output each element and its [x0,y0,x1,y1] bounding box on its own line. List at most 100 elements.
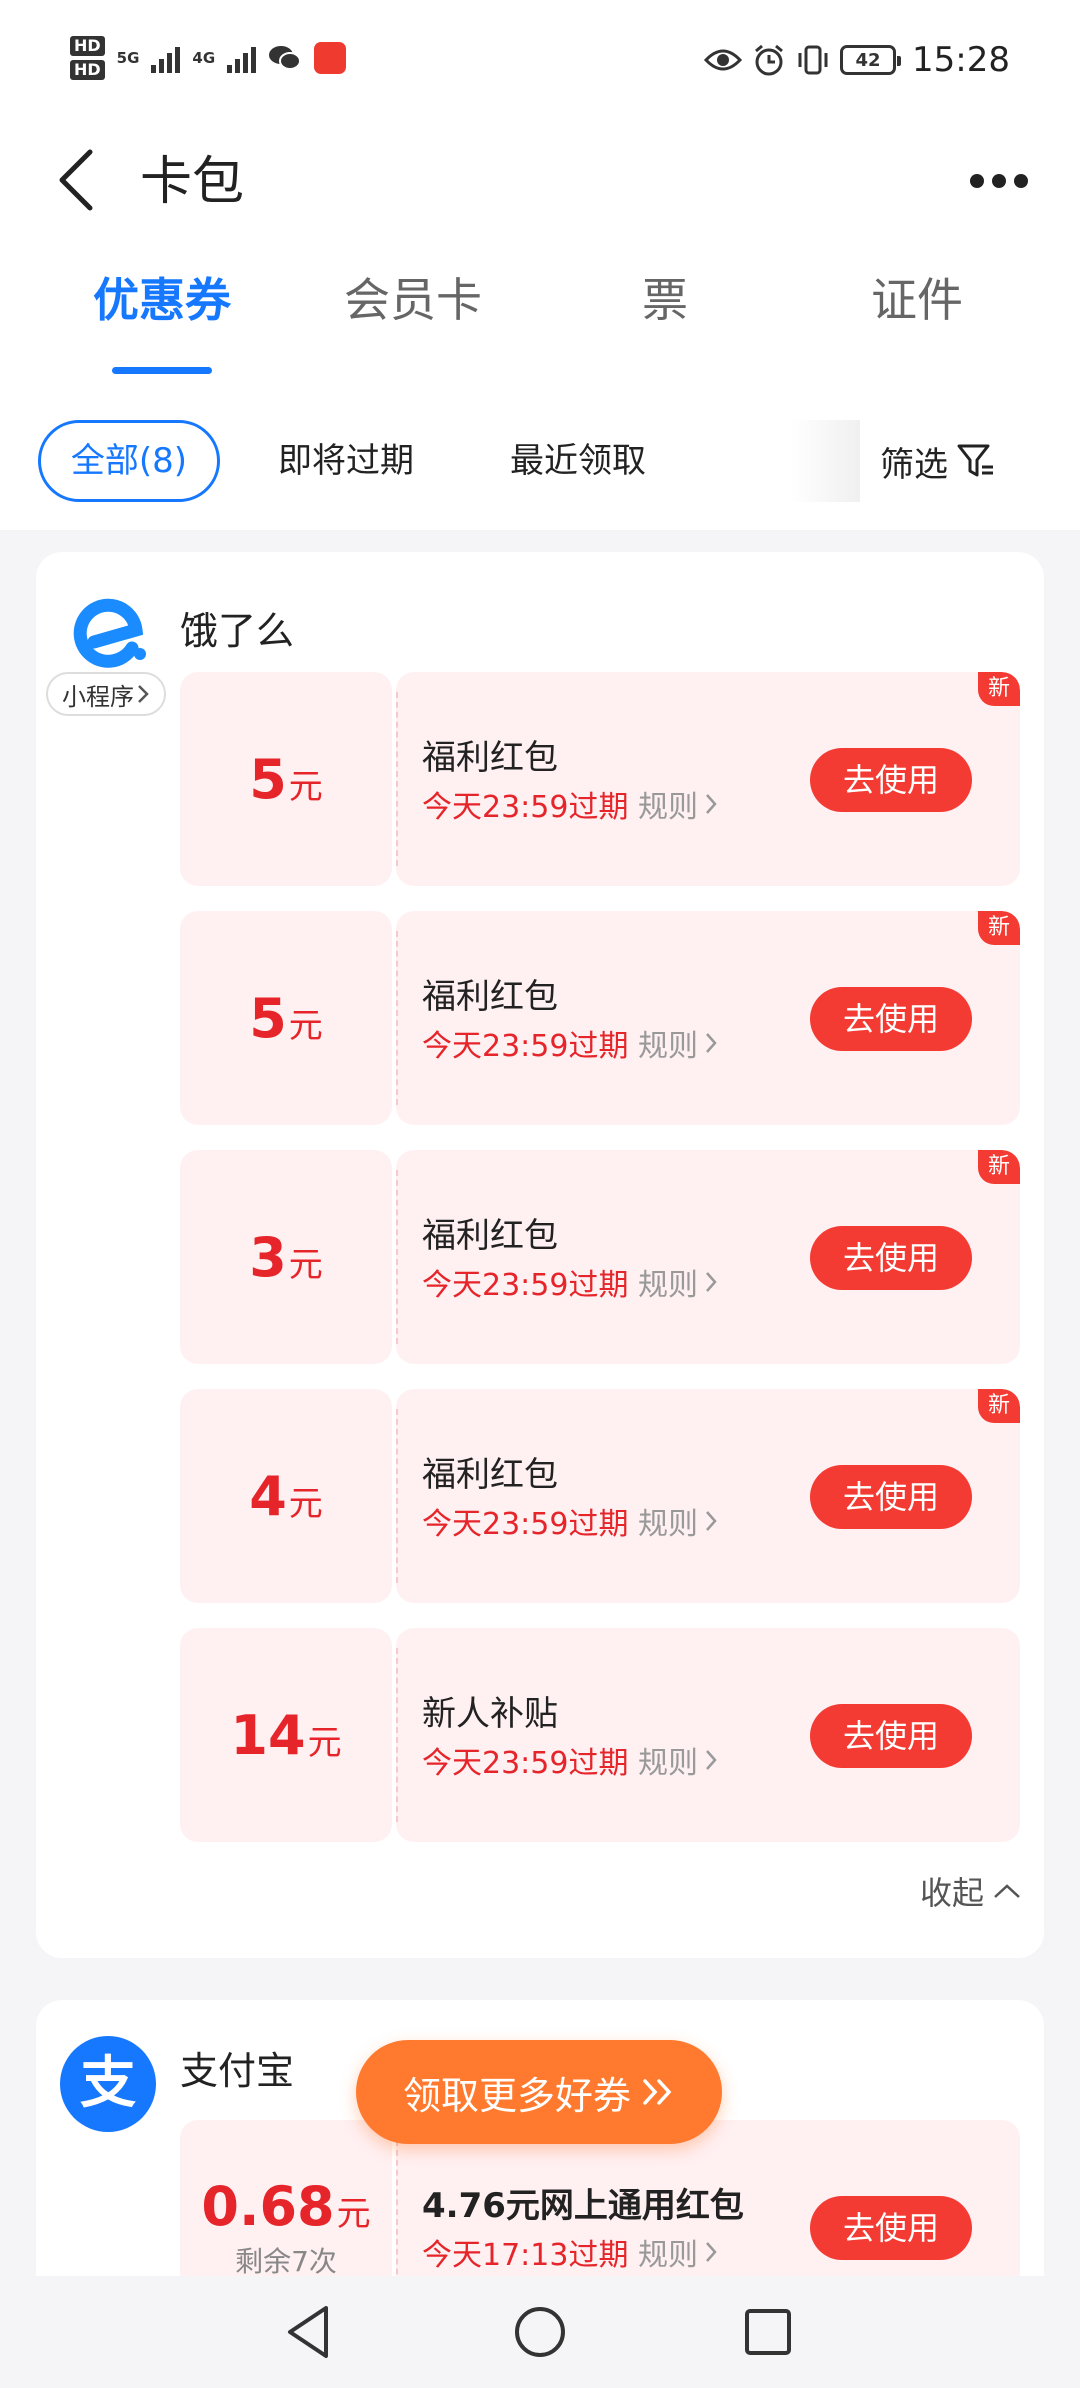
tab-documents[interactable]: 证件 [792,265,1042,335]
filter-chip-all[interactable]: 全部(8) [38,420,220,502]
eleme-coupon-card: 小程序 饿了么 5 元 福利红包 今天23:59过期 规则 去使用 新 5 元 … [36,552,1044,1958]
coupon-amount-area: 5 元 [180,672,392,886]
tab-tickets[interactable]: 票 [540,265,790,335]
battery-icon: 42 [840,45,902,75]
nav-recents-button[interactable] [736,2300,800,2364]
mini-program-label: 小程序 [62,682,134,711]
clock: 15:28 [912,40,1010,80]
amount-number: 5 [249,747,287,811]
coupon-item: 4 元 福利红包 今天23:59过期 规则 去使用 新 [180,1389,1020,1603]
get-more-coupons-button[interactable]: 领取更多好券 [356,2040,722,2144]
rules-label: 规则 [638,1746,698,1781]
nav-home-button[interactable] [508,2300,572,2364]
chevron-right-icon [706,794,717,814]
alarm-icon [755,44,783,76]
mini-program-tag[interactable]: 小程序 [46,672,166,716]
rules-link[interactable]: 规则 [638,1260,718,1304]
chevron-right-icon [706,1033,717,1053]
coupon-name: 福利红包 [422,1455,558,1495]
coupon-expiry: 今天23:59过期 [422,1268,629,1303]
brand-name-alipay: 支付宝 [180,2049,295,2093]
amount-unit: 元 [288,1244,323,1285]
home-circle-icon [515,2307,565,2357]
scroll-fade [790,420,860,502]
app-notification-icon [314,42,347,74]
coupon-amount: 5 元 [249,748,323,811]
amount-unit: 元 [288,766,323,807]
collapse-button[interactable]: 收起 [920,1868,1022,1914]
more-button[interactable] [964,146,1034,216]
filter-label: 筛选 [880,444,948,485]
network-5g-label: 5G [116,49,140,67]
tab-coupons[interactable]: 优惠券 [37,265,287,335]
promo-label: 领取更多好券 [402,2073,631,2118]
use-coupon-button[interactable]: 去使用 [810,1704,972,1768]
use-coupon-button[interactable]: 去使用 [810,987,972,1051]
status-right: 42 15:28 [704,40,1010,80]
filter-chip-recent[interactable]: 最近领取 [474,420,682,502]
eye-icon [704,49,743,71]
rules-link[interactable]: 规则 [638,1021,718,1065]
coupon-expiry: 今天23:59过期 [422,790,629,825]
rules-link[interactable]: 规则 [638,782,718,826]
coupon-detail-area: 福利红包 今天23:59过期 规则 去使用 新 [396,1150,1020,1364]
tab-member-cards[interactable]: 会员卡 [288,265,538,335]
coupon-amount: 14 元 [230,1704,341,1767]
filter-chip-expiring[interactable]: 即将过期 [246,420,446,502]
chevron-up-icon [994,1884,1020,1898]
coupon-expiry: 今天23:59过期 [422,1507,629,1542]
use-coupon-button[interactable]: 去使用 [810,2196,972,2260]
coupon-remaining: 剩余7次 [235,2244,337,2278]
amount-number: 3 [249,1225,287,1289]
coupon-detail-area: 福利红包 今天23:59过期 规则 去使用 新 [396,911,1020,1125]
rules-label: 规则 [638,2238,698,2273]
rules-link[interactable]: 规则 [638,1738,718,1782]
status-bar: HD HD 5G 4G 42 15:28 [0,0,1080,130]
coupon-amount: 4 元 [249,1465,323,1528]
back-button[interactable] [46,140,106,220]
new-badge: 新 [978,911,1020,945]
coupon-amount: 5 元 [249,987,323,1050]
signal-bars-icon [151,43,181,73]
coupon-item: 5 元 福利红包 今天23:59过期 规则 去使用 新 [180,911,1020,1125]
new-badge: 新 [978,1389,1020,1423]
nav-back-button[interactable] [276,2300,340,2364]
use-coupon-button[interactable]: 去使用 [810,1226,972,1290]
coupon-expiry: 今天17:13过期 [422,2238,629,2273]
chevron-right-icon [706,1511,717,1531]
network-4g-label: 4G [192,49,216,67]
coupon-amount-area: 14 元 [180,1628,392,1842]
page-title: 卡包 [140,152,245,212]
brand-name-eleme: 饿了么 [180,609,295,653]
chevron-left-icon [59,149,93,211]
coupon-detail-area: 福利红包 今天23:59过期 规则 去使用 新 [396,672,1020,886]
back-triangle-icon [288,2306,328,2358]
wechat-icon [269,46,302,70]
use-coupon-button[interactable]: 去使用 [810,1465,972,1529]
rules-link[interactable]: 规则 [638,2230,718,2274]
rules-label: 规则 [638,1268,698,1303]
rules-link[interactable]: 规则 [638,1499,718,1543]
recent-square-icon [745,2309,791,2355]
alipay-logo-icon[interactable]: 支 [60,2036,156,2132]
use-coupon-button[interactable]: 去使用 [810,748,972,812]
amount-unit: 元 [288,1005,323,1046]
header: 卡包 [0,130,1080,240]
rules-label: 规则 [638,790,698,825]
coupon-item: 3 元 福利红包 今天23:59过期 规则 去使用 新 [180,1150,1020,1364]
double-chevron-right-icon [643,2079,672,2105]
coupon-item: 5 元 福利红包 今天23:59过期 规则 去使用 新 [180,672,1020,886]
amount-number: 14 [230,1703,306,1767]
coupon-name: 福利红包 [422,738,558,778]
coupon-name: 4.76元网上通用红包 [422,2186,744,2226]
active-tab-indicator [112,367,212,374]
new-badge: 新 [978,672,1020,706]
coupon-expiry: 今天23:59过期 [422,1746,629,1781]
system-nav-bar [0,2276,1080,2388]
amount-unit: 元 [307,1722,342,1763]
coupon-detail-area: 福利红包 今天23:59过期 规则 去使用 新 [396,1389,1020,1603]
more-dots-icon [970,174,1028,188]
funnel-icon [957,444,993,477]
filter-button[interactable]: 筛选 [880,420,996,502]
battery-level: 42 [855,49,881,71]
